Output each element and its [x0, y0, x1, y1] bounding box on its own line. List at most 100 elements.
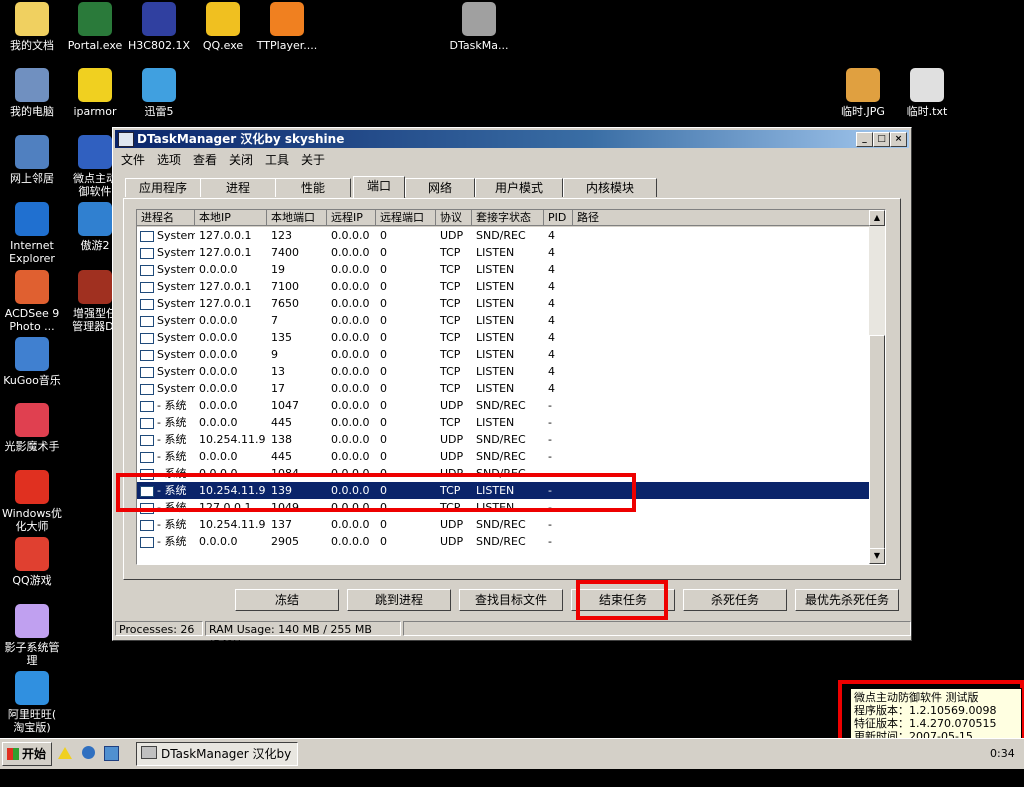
scroll-thumb[interactable]: [869, 335, 885, 551]
menu-bar: 文件 选项 查看 关闭 工具 关于: [115, 149, 909, 167]
desktop-icon[interactable]: H3C802.1X: [123, 2, 195, 52]
quicklaunch-warning-icon[interactable]: [58, 747, 72, 759]
tab-kernel-modules[interactable]: 内核模块: [563, 178, 657, 197]
table-row[interactable]: - 系统 0.0.0.0 1047 0.0.0.0 0 UDP SND/REC -: [137, 397, 873, 414]
desktop-icon[interactable]: QQ游戏: [0, 537, 68, 587]
tooltip-line: 程序版本：1.2.10569.0098: [854, 704, 997, 717]
table-cell: - 系统: [157, 535, 187, 548]
desktop-icon-label: 迅雷5: [144, 105, 174, 118]
table-row[interactable]: System 127.0.0.1 7650 0.0.0.0 0 TCP LISTEN 4: [137, 295, 873, 312]
col-path[interactable]: 路径: [573, 210, 873, 226]
table-cell: 0: [380, 348, 387, 361]
col-pid[interactable]: PID: [544, 210, 573, 226]
table-cell: 127.0.0.1: [199, 229, 252, 242]
table-row[interactable]: - 系统 10.254.11.9 138 0.0.0.0 0 UDP SND/REC -: [137, 431, 873, 448]
col-local-port[interactable]: 本地端口: [267, 210, 327, 226]
table-row[interactable]: System 0.0.0.0 7 0.0.0.0 0 TCP LISTEN 4: [137, 312, 873, 329]
table-row[interactable]: System 0.0.0.0 19 0.0.0.0 0 TCP LISTEN 4: [137, 261, 873, 278]
col-protocol[interactable]: 协议: [436, 210, 472, 226]
start-button[interactable]: 开始: [2, 742, 52, 766]
menu-tools[interactable]: 工具: [265, 151, 289, 168]
kill-task-button[interactable]: 杀死任务: [683, 589, 787, 611]
desktop-icon[interactable]: DTaskMa...: [443, 2, 515, 52]
table-cell: 13: [271, 365, 285, 378]
desktop-icon[interactable]: 临时.txt: [891, 68, 963, 118]
desktop-icon-label: 临时.txt: [906, 105, 948, 118]
find-target-file-button[interactable]: 查找目标文件: [459, 589, 563, 611]
col-remote-ip[interactable]: 远程IP: [327, 210, 376, 226]
desktop-icon[interactable]: Windows优 化大师: [0, 470, 68, 533]
desktop-icon[interactable]: KuGoo音乐: [0, 337, 68, 387]
desktop-icon[interactable]: 迅雷5: [123, 68, 195, 118]
table-cell: LISTEN: [476, 348, 515, 361]
menu-view[interactable]: 查看: [193, 151, 217, 168]
table-row[interactable]: System 0.0.0.0 17 0.0.0.0 0 TCP LISTEN 4: [137, 380, 873, 397]
desktop-icon[interactable]: ACDSee 9 Photo ...: [0, 270, 68, 333]
table-row[interactable]: - 系统 0.0.0.0 2905 0.0.0.0 0 UDP SND/REC -: [137, 533, 873, 550]
table-row[interactable]: System 127.0.0.1 123 0.0.0.0 0 UDP SND/REC 4: [137, 227, 873, 244]
quicklaunch-globe-icon[interactable]: [82, 746, 95, 759]
desktop-icon[interactable]: 光影魔术手: [0, 403, 68, 453]
table-row[interactable]: - 系统 0.0.0.0 445 0.0.0.0 0 TCP LISTEN -: [137, 414, 873, 431]
table-cell: - 系统: [157, 399, 187, 412]
table-row[interactable]: System 0.0.0.0 13 0.0.0.0 0 TCP LISTEN 4: [137, 363, 873, 380]
menu-options[interactable]: 选项: [157, 151, 181, 168]
highlight-selected-row: [116, 473, 636, 512]
desktop-icon[interactable]: Portal.exe: [59, 2, 131, 52]
desktop-icon[interactable]: 阿里旺旺( 淘宝版): [0, 671, 68, 734]
tray-clock[interactable]: 0:34: [990, 747, 1015, 760]
desktop-icon[interactable]: 影子系统管 理: [0, 604, 68, 667]
table-row[interactable]: System 0.0.0.0 9 0.0.0.0 0 TCP LISTEN 4: [137, 346, 873, 363]
table-cell: LISTEN: [476, 246, 515, 259]
freeze-button[interactable]: 冻结: [235, 589, 339, 611]
desktop-icon[interactable]: 临时.JPG: [827, 68, 899, 118]
scroll-down-button[interactable]: ▼: [869, 548, 885, 564]
col-socket-state[interactable]: 套接字状态: [472, 210, 544, 226]
desktop-icon[interactable]: 我的电脑: [0, 68, 68, 118]
quicklaunch-ie-icon[interactable]: [104, 746, 119, 761]
table-cell: 0.0.0.0: [331, 348, 370, 361]
books-icon: [78, 270, 112, 304]
menu-about[interactable]: 关于: [301, 151, 325, 168]
tab-performance[interactable]: 性能: [275, 178, 351, 197]
table-cell: System: [157, 229, 195, 242]
table-row[interactable]: System 127.0.0.1 7400 0.0.0.0 0 TCP LISTEN 4: [137, 244, 873, 261]
desktop-icon[interactable]: Internet Explorer: [0, 202, 68, 265]
col-remote-port[interactable]: 远程端口: [376, 210, 436, 226]
table-row[interactable]: - 系统 10.254.11.9 137 0.0.0.0 0 UDP SND/REC -: [137, 516, 873, 533]
table-cell: [573, 227, 873, 244]
desktop-icon[interactable]: QQ.exe: [187, 2, 259, 52]
col-process-name[interactable]: 进程名: [137, 210, 195, 226]
scroll-up-button[interactable]: ▲: [869, 210, 885, 226]
table-row[interactable]: System 0.0.0.0 135 0.0.0.0 0 TCP LISTEN 4: [137, 329, 873, 346]
goto-process-button[interactable]: 跳到进程: [347, 589, 451, 611]
table-cell: 0.0.0.0: [331, 280, 370, 293]
process-icon: [140, 367, 154, 378]
tab-user-mode[interactable]: 用户模式: [475, 178, 563, 197]
menu-close[interactable]: 关闭: [229, 151, 253, 168]
menu-file[interactable]: 文件: [121, 151, 145, 168]
close-button[interactable]: ×: [890, 132, 907, 147]
minimize-button[interactable]: _: [856, 132, 873, 147]
table-cell: [573, 397, 873, 414]
desktop-icon[interactable]: 网上邻居: [0, 135, 68, 185]
table-row[interactable]: - 系统 0.0.0.0 445 0.0.0.0 0 UDP SND/REC -: [137, 448, 873, 465]
tab-network[interactable]: 网络: [405, 178, 475, 197]
taskbar-item-dtaskmanager[interactable]: DTaskManager 汉化by s...: [136, 742, 298, 783]
process-icon: [140, 418, 154, 429]
desktop-icon[interactable]: TTPlayer....: [251, 2, 323, 52]
table-row[interactable]: System 127.0.0.1 7100 0.0.0.0 0 TCP LISTEN 4: [137, 278, 873, 295]
table-cell: SND/REC: [476, 518, 526, 531]
desktop-icon[interactable]: iparmor: [59, 68, 131, 118]
tab-processes[interactable]: 进程: [200, 178, 276, 197]
priority-kill-task-button[interactable]: 最优先杀死任务: [795, 589, 899, 611]
col-local-ip[interactable]: 本地IP: [195, 210, 267, 226]
table-cell: LISTEN: [476, 280, 515, 293]
title-bar[interactable]: DTaskManager 汉化by skyshine _ □ ×: [115, 130, 909, 148]
desktop-icon[interactable]: 我的文档: [0, 2, 68, 52]
vertical-scrollbar[interactable]: ▲ ▼: [869, 210, 885, 564]
tab-applications[interactable]: 应用程序: [125, 178, 201, 197]
tab-ports[interactable]: 端口: [353, 176, 405, 198]
maximize-button[interactable]: □: [873, 132, 890, 147]
table-cell: 0.0.0.0: [331, 331, 370, 344]
